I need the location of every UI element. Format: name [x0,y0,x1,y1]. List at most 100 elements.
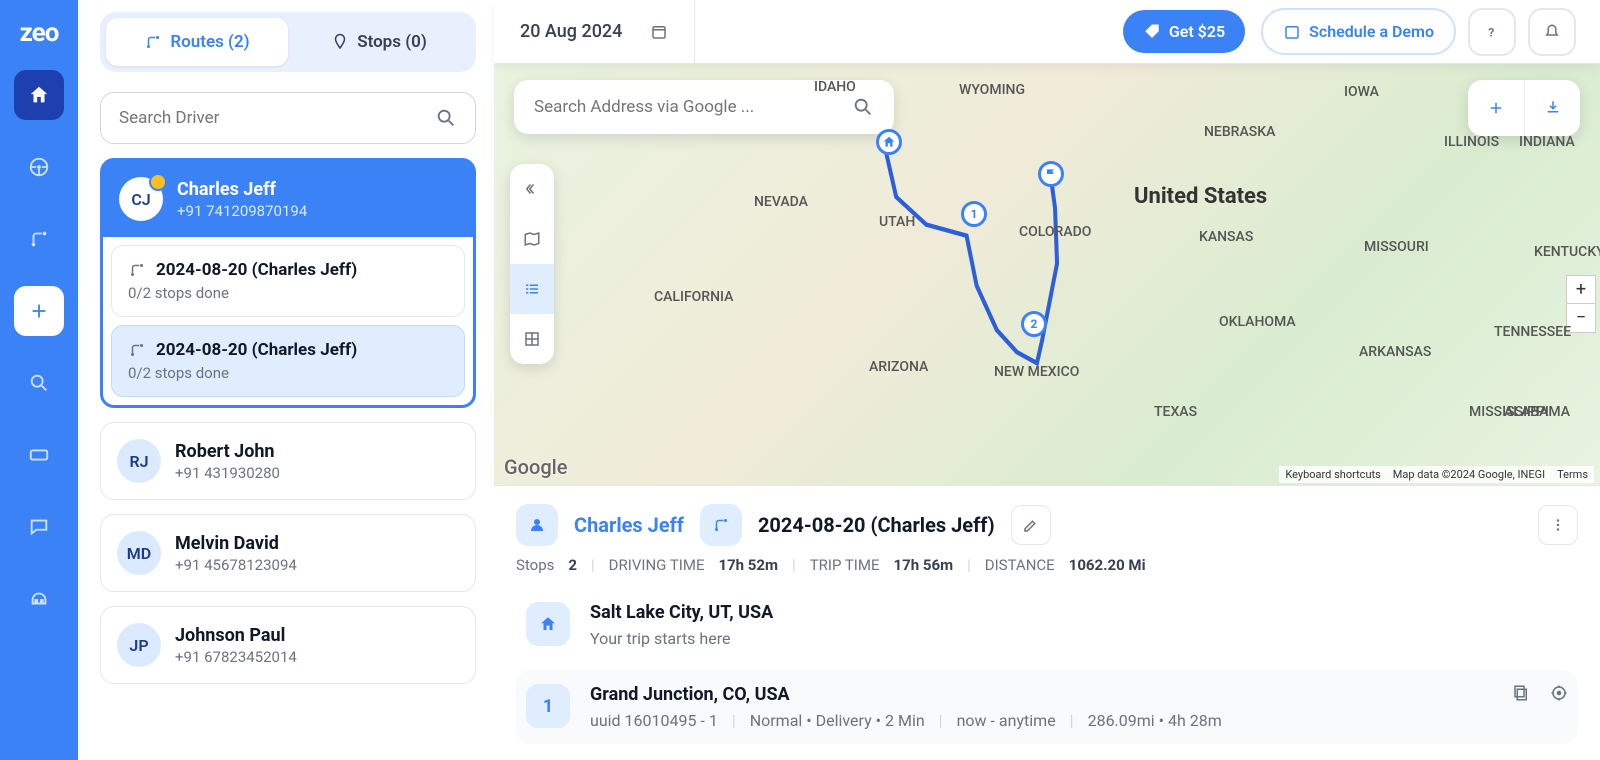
locate-stop-button[interactable] [1550,684,1568,706]
tab-stops[interactable]: Stops (0) [288,18,470,66]
route-icon [128,261,146,279]
map-copyright: Map data ©2024 Google, INEGI [1393,468,1545,481]
question-icon: ? [1483,23,1501,41]
map-label: ARKANSAS [1359,344,1431,360]
nav-ticket[interactable] [14,430,64,480]
avatar-initials: RJ [129,452,148,471]
locate-icon [1550,684,1568,702]
nav-route[interactable] [14,214,64,264]
map-label: INDIANA [1519,134,1575,150]
start-pin[interactable] [876,129,902,155]
search-icon [852,96,874,118]
detail-head: Charles Jeff 2024-08-20 (Charles Jeff) [516,504,1578,546]
route-stats: Stops 2 | DRIVING TIME 17h 52m | TRIP TI… [516,556,1578,574]
add-stop-button[interactable] [1468,80,1524,136]
star-badge-icon [149,173,167,191]
route-sub-text: 0/2 stops done [128,364,448,382]
tab-routes-label: Routes (2) [170,32,249,52]
map-label: UTAH [879,214,915,230]
calendar-icon [1283,23,1301,41]
map-icon [523,230,541,248]
nav-support[interactable] [14,574,64,624]
plus-icon [1487,99,1505,117]
export-icon [1544,99,1562,117]
list-view-button[interactable] [510,264,554,314]
date-picker[interactable]: 20 Aug 2024 [494,0,695,63]
list-icon [523,280,541,298]
copy-stop-button[interactable] [1512,684,1530,706]
search-driver-input[interactable] [119,108,435,128]
nav-chat[interactable] [14,502,64,552]
stop-dist: 286.09mi • 4h 28m [1088,711,1222,730]
end-pin[interactable] [1038,161,1064,187]
layers-button[interactable] [510,214,554,264]
more-button[interactable] [1538,505,1578,545]
map[interactable]: + − 1 2 United States IDAHO WYOMING NEVA… [494,64,1600,485]
stop-pin-2[interactable]: 2 [1021,311,1047,337]
date-text: 20 Aug 2024 [520,21,622,42]
map-footer: Keyboard shortcuts Map data ©2024 Google… [1279,466,1594,483]
schedule-demo-button[interactable]: Schedule a Demo [1261,8,1456,55]
brand-logo: zeo [20,18,59,48]
stop-pin-1[interactable]: 1 [961,201,987,227]
map-label: MISSOURI [1364,239,1429,255]
start-title: Salt Lake City, UT, USA [590,602,1568,623]
map-label: NEW MEXICO [994,364,1079,380]
plus-icon [28,300,50,322]
grid-view-button[interactable] [510,314,554,364]
tag-icon [1143,23,1161,41]
detail-route-name: 2024-08-20 (Charles Jeff) [758,513,995,537]
route-icon [28,228,50,250]
zoom-out-button[interactable]: − [1567,304,1595,332]
map-credit: Google [504,455,567,479]
route-chip[interactable] [700,504,742,546]
export-button[interactable] [1524,80,1580,136]
nav-add[interactable] [14,286,64,336]
tab-routes[interactable]: Routes (2) [106,18,288,66]
start-row: Salt Lake City, UT, USA Your trip starts… [516,588,1578,662]
driver-card[interactable]: MD Melvin David +91 45678123094 [100,514,476,592]
driver-chip[interactable] [516,504,558,546]
map-label: NEVADA [754,194,808,210]
collapse-map-button[interactable] [510,164,554,214]
route-detail: Charles Jeff 2024-08-20 (Charles Jeff) S… [494,485,1600,760]
nav-driver[interactable] [14,142,64,192]
nav-search[interactable] [14,358,64,408]
zoom-in-button[interactable]: + [1567,276,1595,304]
avatar-initials: CJ [131,190,150,209]
notifications-button[interactable] [1528,8,1576,56]
map-shortcuts[interactable]: Keyboard shortcuts [1285,468,1380,481]
bell-icon [1543,23,1561,41]
map-label: United States [1134,184,1267,209]
home-icon [539,615,557,633]
driver-card[interactable]: RJ Robert John +91 431930280 [100,422,476,500]
route-icon [128,341,146,359]
trip-value: 17h 56m [894,556,954,574]
help-button[interactable]: ? [1468,8,1516,56]
map-label: WYOMING [959,82,1025,98]
driver-phone: +91 67823452014 [175,648,297,666]
stop-number-badge: 1 [526,684,570,728]
driver-name: Robert John [175,441,280,462]
map-terms[interactable]: Terms [1557,468,1588,481]
get-reward-button[interactable]: Get $25 [1123,10,1245,53]
driver-card-selected[interactable]: CJ Charles Jeff +91 741209870194 2024-08… [100,158,476,408]
nav-home[interactable] [14,70,64,120]
avatar-initials: MD [127,544,151,563]
home-icon [28,84,50,106]
route-item-selected[interactable]: 2024-08-20 (Charles Jeff) 0/2 stops done [111,325,465,397]
edit-route-button[interactable] [1011,505,1051,545]
get-reward-label: Get $25 [1169,22,1225,41]
route-icon [712,516,730,534]
start-sub: Your trip starts here [590,629,730,648]
driver-card[interactable]: JP Johnson Paul +91 67823452014 [100,606,476,684]
avatar: JP [117,623,161,667]
route-sub-text: 0/2 stops done [128,284,448,302]
stop-row[interactable]: 1 Grand Junction, CO, USA uuid 16010495 … [516,670,1578,744]
search-address-input[interactable] [534,97,852,117]
route-item[interactable]: 2024-08-20 (Charles Jeff) 0/2 stops done [111,245,465,317]
avatar: CJ [119,177,163,221]
search-driver[interactable] [100,92,476,144]
distance-label: DISTANCE [985,556,1055,574]
stops-label: Stops [516,556,554,574]
